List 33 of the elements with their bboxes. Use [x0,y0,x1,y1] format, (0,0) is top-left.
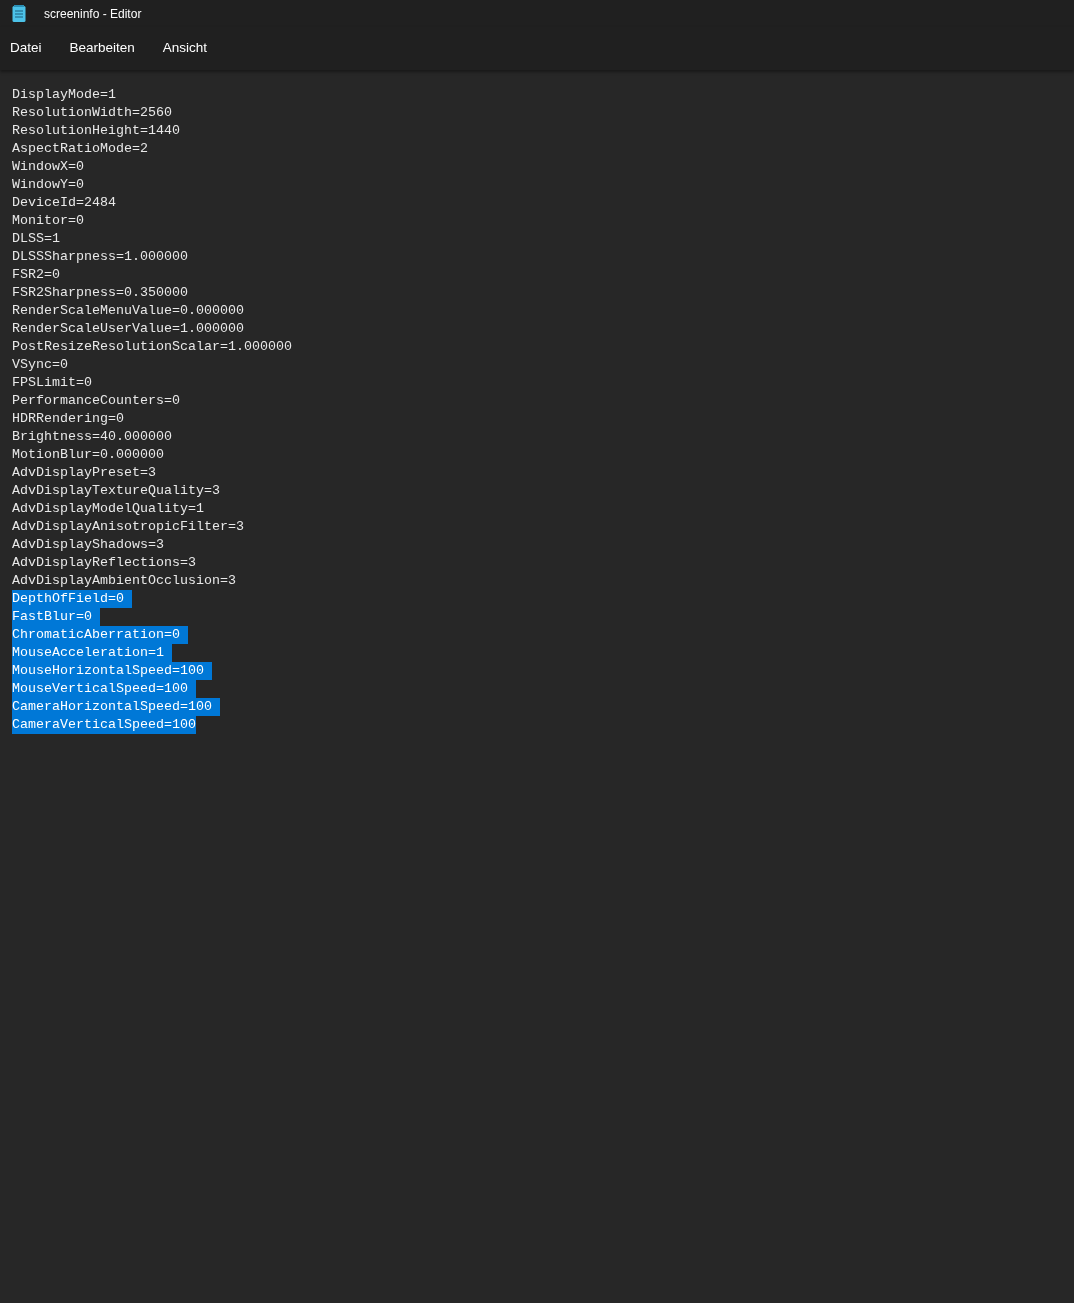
text-line: FSR2Sharpness=0.350000 [12,284,188,302]
text-line: WindowY=0 [12,176,84,194]
window-title: screeninfo - Editor [44,5,142,23]
text-line: Brightness=40.000000 [12,428,172,446]
text-line: AdvDisplayAmbientOcclusion=3 [12,572,236,590]
text-line: DeviceId=2484 [12,194,116,212]
text-line: RenderScaleMenuValue=0.000000 [12,302,244,320]
text-line: AdvDisplayModelQuality=1 [12,500,204,518]
text-line: WindowX=0 [12,158,84,176]
text-line: DLSS=1 [12,230,60,248]
text-line: HDRRendering=0 [12,410,124,428]
text-line: FPSLimit=0 [12,374,92,392]
text-line: AspectRatioMode=2 [12,140,148,158]
text-line: DLSSSharpness=1.000000 [12,248,188,266]
text-line: ResolutionWidth=2560 [12,104,172,122]
text-line: AdvDisplayShadows=3 [12,536,164,554]
text-line: RenderScaleUserValue=1.000000 [12,320,244,338]
text-line: MotionBlur=0.000000 [12,446,164,464]
text-line: PerformanceCounters=0 [12,392,180,410]
menu-item[interactable]: Ansicht [154,34,216,63]
text-line: PostResizeResolutionScalar=1.000000 [12,338,292,356]
text-line: DisplayMode=1 [12,86,116,104]
text-line: FSR2=0 [12,266,60,284]
text-line: AdvDisplayTextureQuality=3 [12,482,220,500]
menu-item[interactable]: Bearbeiten [61,34,143,63]
text-line: Monitor=0 [12,212,84,230]
text-line: AdvDisplayAnisotropicFilter=3 [12,518,244,536]
menu-item[interactable]: Datei [2,34,50,63]
text-line: ResolutionHeight=1440 [12,122,180,140]
text-line: AdvDisplayReflections=3 [12,554,196,572]
text-line: VSync=0 [12,356,68,374]
text-line: AdvDisplayPreset=3 [12,464,156,482]
notepad-icon [12,5,26,22]
